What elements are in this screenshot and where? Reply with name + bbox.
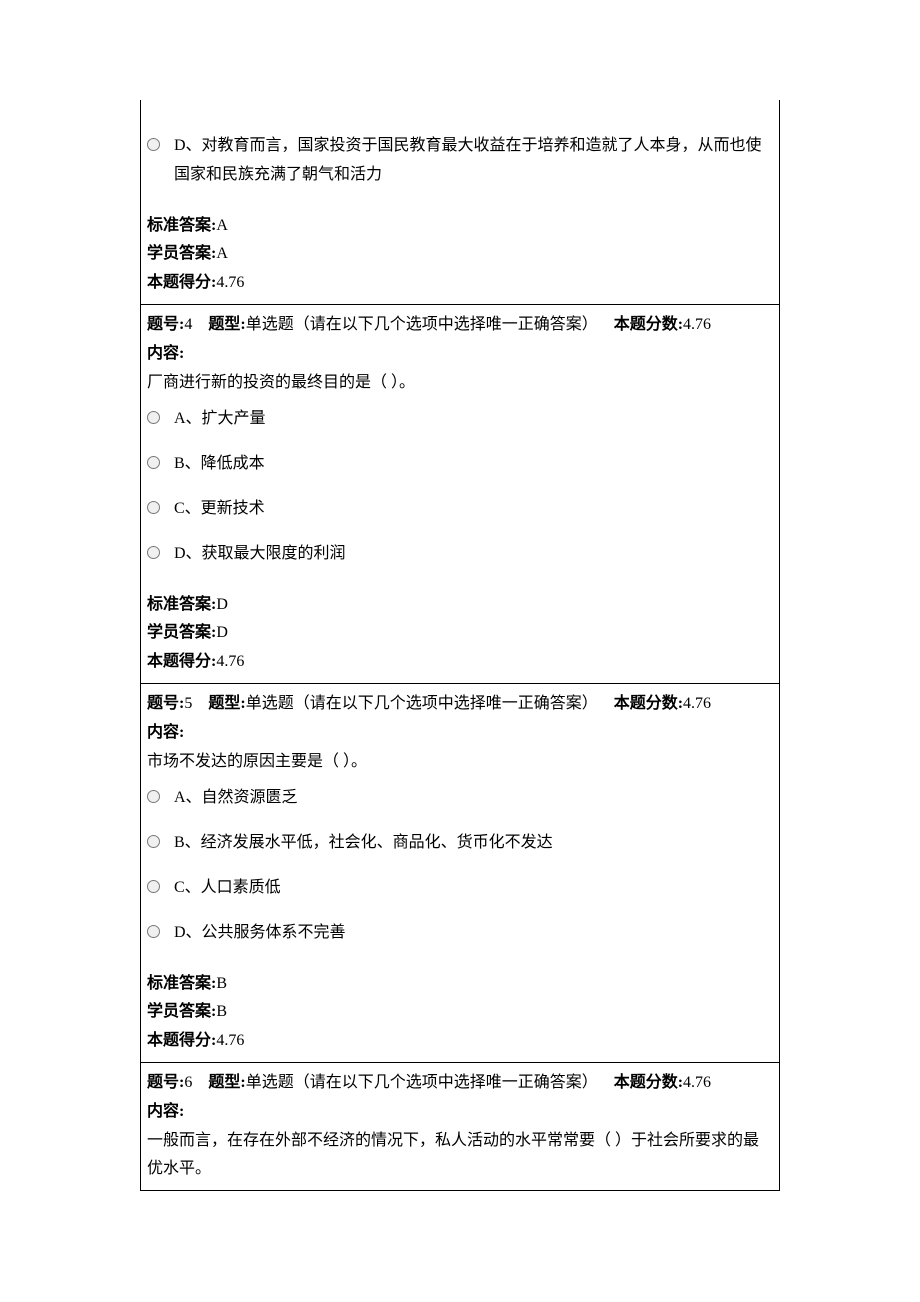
radio-icon[interactable] [147, 925, 160, 938]
radio-icon[interactable] [147, 835, 160, 848]
radio-icon[interactable] [147, 138, 160, 151]
option-row: D、对教育而言，国家投资于国民教育最大收益在于培养和造就了人本身，从而也使国家和… [147, 124, 773, 198]
standard-answer: 标准答案:D [147, 591, 773, 620]
radio-icon[interactable] [147, 546, 160, 559]
content-label: 内容: [147, 340, 773, 369]
option-row: D、获取最大限度的利润 [147, 532, 773, 577]
radio-icon[interactable] [147, 790, 160, 803]
radio-icon[interactable] [147, 880, 160, 893]
question-header: 题号:6 题型:单选题（请在以下几个选项中选择唯一正确答案） 本题分数:4.76 [147, 1069, 773, 1098]
option-d-text: D、获取最大限度的利润 [174, 540, 773, 569]
option-row: B、降低成本 [147, 442, 773, 487]
student-answer: 学员答案:D [147, 619, 773, 648]
student-answer: 学员答案:B [147, 998, 773, 1027]
question-header: 题号:4 题型:单选题（请在以下几个选项中选择唯一正确答案） 本题分数:4.76 [147, 311, 773, 340]
option-row: D、公共服务体系不完善 [147, 911, 773, 956]
option-row: A、自然资源匮乏 [147, 776, 773, 821]
question-stem: 厂商进行新的投资的最终目的是（ ）。 [147, 369, 773, 398]
option-a-text: A、自然资源匮乏 [174, 784, 773, 813]
option-d-text: D、对教育而言，国家投资于国民教育最大收益在于培养和造就了人本身，从而也使国家和… [174, 132, 773, 190]
option-row: A、扩大产量 [147, 397, 773, 442]
standard-answer: 标准答案:A [147, 212, 773, 241]
option-c-text: C、更新技术 [174, 495, 773, 524]
option-row: B、经济发展水平低，社会化、商品化、货币化不发达 [147, 821, 773, 866]
option-a-text: A、扩大产量 [174, 405, 773, 434]
question-stem: 一般而言，在存在外部不经济的情况下，私人活动的水平常常要（ ）于社会所要求的最优… [147, 1127, 773, 1185]
radio-icon[interactable] [147, 501, 160, 514]
option-b-text: B、降低成本 [174, 450, 773, 479]
score-obtained: 本题得分:4.76 [147, 648, 773, 677]
option-c-text: C、人口素质低 [174, 874, 773, 903]
radio-icon[interactable] [147, 411, 160, 424]
score-obtained: 本题得分:4.76 [147, 1027, 773, 1056]
score-obtained: 本题得分:4.76 [147, 269, 773, 298]
option-row: C、更新技术 [147, 487, 773, 532]
page-container: D、对教育而言，国家投资于国民教育最大收益在于培养和造就了人本身，从而也使国家和… [140, 100, 780, 1191]
question-5: 题号:5 题型:单选题（请在以下几个选项中选择唯一正确答案） 本题分数:4.76… [141, 683, 779, 1062]
question-header: 题号:5 题型:单选题（请在以下几个选项中选择唯一正确答案） 本题分数:4.76 [147, 690, 773, 719]
content-label: 内容: [147, 1098, 773, 1127]
student-answer: 学员答案:A [147, 240, 773, 269]
question-6-partial: 题号:6 题型:单选题（请在以下几个选项中选择唯一正确答案） 本题分数:4.76… [141, 1062, 779, 1190]
question-stem: 市场不发达的原因主要是（ ）。 [147, 748, 773, 777]
question-4: 题号:4 题型:单选题（请在以下几个选项中选择唯一正确答案） 本题分数:4.76… [141, 304, 779, 683]
radio-icon[interactable] [147, 456, 160, 469]
option-b-text: B、经济发展水平低，社会化、商品化、货币化不发达 [174, 829, 773, 858]
question-3-partial: D、对教育而言，国家投资于国民教育最大收益在于培养和造就了人本身，从而也使国家和… [141, 100, 779, 304]
standard-answer: 标准答案:B [147, 970, 773, 999]
option-row: C、人口素质低 [147, 866, 773, 911]
option-d-text: D、公共服务体系不完善 [174, 919, 773, 948]
content-label: 内容: [147, 719, 773, 748]
